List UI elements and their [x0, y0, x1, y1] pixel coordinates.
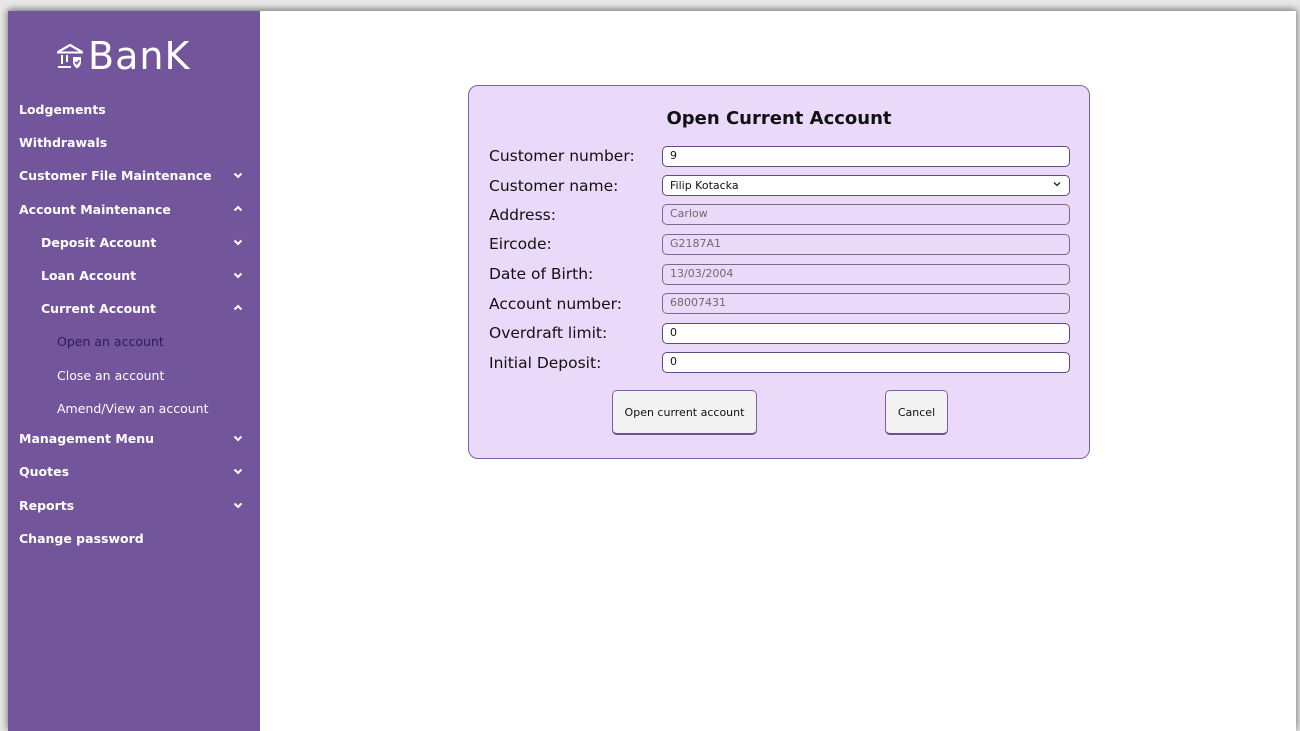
chevron-down-icon	[232, 432, 244, 444]
logo: BanK	[54, 31, 190, 81]
nav-lodgements[interactable]: Lodgements	[8, 97, 244, 121]
nav-change-password[interactable]: Change password	[8, 526, 244, 550]
nav-deposit-account[interactable]: Deposit Account	[8, 230, 244, 254]
account-number-label: Account number:	[489, 295, 622, 313]
sidebar: BanK Lodgements Withdrawals Customer Fil…	[8, 11, 260, 731]
customer-number-field[interactable]: 9	[662, 146, 1070, 167]
nav-management-menu[interactable]: Management Menu	[8, 426, 244, 450]
customer-name-label: Customer name:	[489, 177, 619, 195]
customer-number-label: Customer number:	[489, 147, 635, 165]
nav-quotes[interactable]: Quotes	[8, 459, 244, 483]
initial-deposit-field[interactable]: 0	[662, 352, 1070, 373]
eircode-field: G2187A1	[662, 234, 1070, 255]
chevron-down-icon	[232, 269, 244, 281]
chevron-down-icon	[232, 236, 244, 248]
nav-label: Management Menu	[19, 430, 155, 446]
nav-label: Account Maintenance	[19, 201, 171, 217]
eircode-label: Eircode:	[489, 235, 552, 253]
customer-name-value: Filip Kotacka	[670, 178, 739, 192]
chevron-up-icon	[232, 203, 244, 215]
date-of-birth-field: 13/03/2004	[662, 264, 1070, 285]
bank-icon	[54, 40, 86, 72]
chevron-down-icon	[232, 169, 244, 181]
nav-label: Loan Account	[41, 267, 137, 283]
nav-label: Quotes	[19, 463, 70, 479]
cancel-button[interactable]: Cancel	[885, 390, 948, 435]
nav-close-an-account[interactable]: Close an account	[8, 363, 244, 387]
date-of-birth-label: Date of Birth:	[489, 265, 594, 283]
nav-label: Deposit Account	[41, 234, 157, 250]
nav-label: Customer File Maintenance	[19, 167, 212, 183]
form-title: Open Current Account	[666, 108, 892, 129]
logo-text: BanK	[88, 34, 191, 78]
nav-label: Open an account	[57, 333, 164, 349]
nav-customer-file-maintenance[interactable]: Customer File Maintenance	[8, 163, 244, 187]
chevron-down-icon	[1052, 177, 1062, 195]
nav-label: Withdrawals	[19, 134, 108, 150]
nav-withdrawals[interactable]: Withdrawals	[8, 130, 244, 154]
open-current-account-form: Open Current Account Customer number: 9 …	[468, 85, 1090, 459]
nav-label: Amend/View an account	[57, 400, 209, 416]
nav-current-account[interactable]: Current Account	[8, 296, 244, 320]
address-label: Address:	[489, 206, 556, 224]
nav-account-maintenance[interactable]: Account Maintenance	[8, 197, 244, 221]
nav-loan-account[interactable]: Loan Account	[8, 263, 244, 287]
chevron-down-icon	[232, 465, 244, 477]
nav-label: Lodgements	[19, 101, 106, 117]
account-number-field: 68007431	[662, 293, 1070, 314]
overdraft-limit-label: Overdraft limit:	[489, 324, 608, 342]
app-window: BanK Lodgements Withdrawals Customer Fil…	[8, 11, 1296, 731]
chevron-down-icon	[232, 499, 244, 511]
nav-label: Current Account	[41, 300, 156, 316]
nav-amend-view-an-account[interactable]: Amend/View an account	[8, 396, 244, 420]
nav-label: Change password	[19, 530, 144, 546]
chevron-up-icon	[232, 302, 244, 314]
customer-name-select[interactable]: Filip Kotacka	[662, 175, 1070, 196]
overdraft-limit-field[interactable]: 0	[662, 323, 1070, 344]
nav-open-an-account[interactable]: Open an account	[8, 329, 244, 353]
initial-deposit-label: Initial Deposit:	[489, 354, 602, 372]
open-current-account-button[interactable]: Open current account	[612, 390, 757, 435]
nav-label: Reports	[19, 497, 75, 513]
nav-reports[interactable]: Reports	[8, 493, 244, 517]
address-field: Carlow	[662, 204, 1070, 225]
nav-label: Close an account	[57, 367, 165, 383]
